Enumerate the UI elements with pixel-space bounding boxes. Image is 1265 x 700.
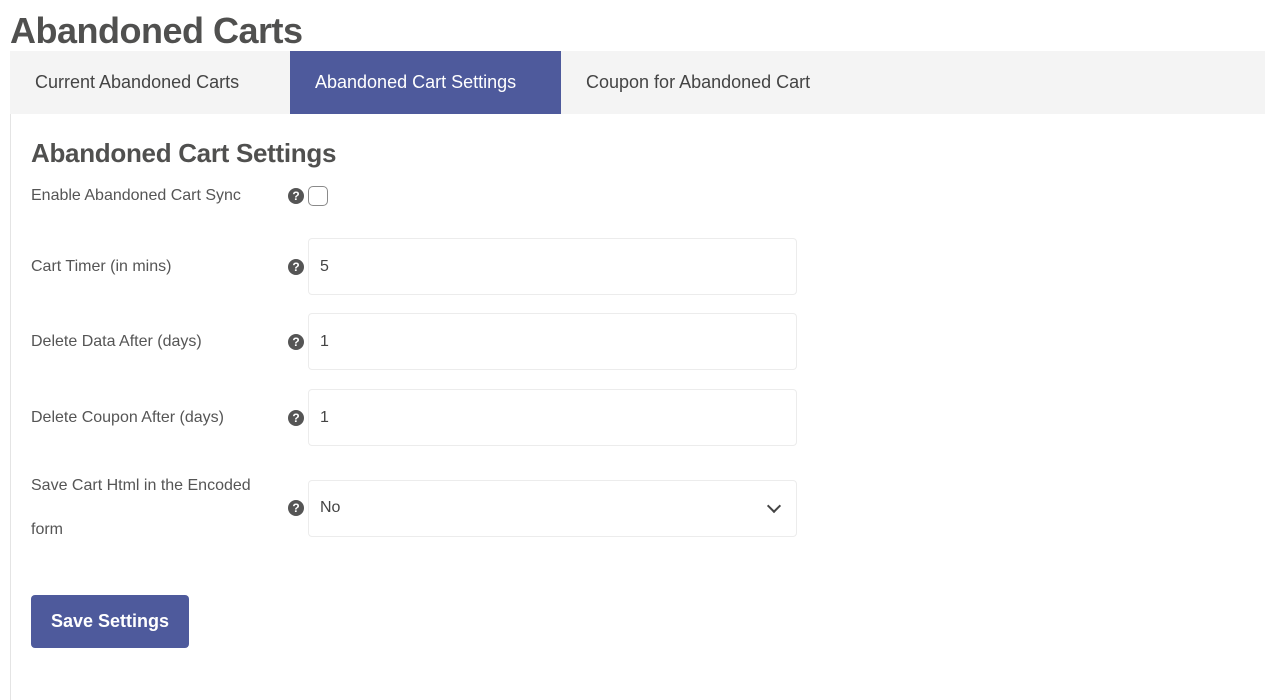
- tab-bar: Current Abandoned Carts Abandoned Cart S…: [10, 51, 1265, 114]
- delete-coupon-input[interactable]: 1: [308, 389, 797, 446]
- settings-panel: Abandoned Cart Settings Enable Abandoned…: [10, 114, 1265, 700]
- enable-sync-checkbox[interactable]: [308, 186, 328, 206]
- field-label: Cart Timer (in mins): [31, 257, 172, 275]
- cart-timer-input[interactable]: 5: [308, 238, 797, 295]
- delete-data-input[interactable]: 1: [308, 313, 797, 370]
- save-settings-button[interactable]: Save Settings: [31, 595, 189, 648]
- chevron-down-icon: [766, 498, 782, 514]
- select-value: No: [320, 499, 341, 516]
- section-title: Abandoned Cart Settings: [31, 138, 337, 168]
- tab-abandoned-cart-settings[interactable]: Abandoned Cart Settings: [290, 51, 561, 114]
- field-label: Enable Abandoned Cart Sync: [31, 187, 241, 204]
- help-icon[interactable]: ?: [288, 258, 304, 275]
- field-save-cart-html: Save Cart Html in the Encoded form ? No: [31, 464, 797, 552]
- save-cart-html-select[interactable]: No: [308, 479, 797, 537]
- field-label: Delete Data After (days): [31, 332, 202, 350]
- help-icon[interactable]: ?: [288, 500, 304, 516]
- field-cart-timer: Cart Timer (in mins) ? 5: [31, 238, 797, 295]
- field-delete-data: Delete Data After (days) ? 1: [31, 313, 797, 370]
- field-label: Save Cart Html in the Encoded form: [31, 477, 251, 538]
- field-label: Delete Coupon After (days): [31, 408, 224, 426]
- page-title: Abandoned Carts: [10, 10, 303, 51]
- help-icon[interactable]: ?: [288, 409, 304, 426]
- field-delete-coupon: Delete Coupon After (days) ? 1: [31, 389, 797, 446]
- help-icon[interactable]: ?: [288, 333, 304, 350]
- field-enable-sync: Enable Abandoned Cart Sync ?: [31, 174, 328, 218]
- help-icon[interactable]: ?: [288, 188, 304, 204]
- tab-current-abandoned-carts[interactable]: Current Abandoned Carts: [10, 51, 290, 114]
- tab-coupon-for-abandoned-cart[interactable]: Coupon for Abandoned Cart: [561, 51, 835, 114]
